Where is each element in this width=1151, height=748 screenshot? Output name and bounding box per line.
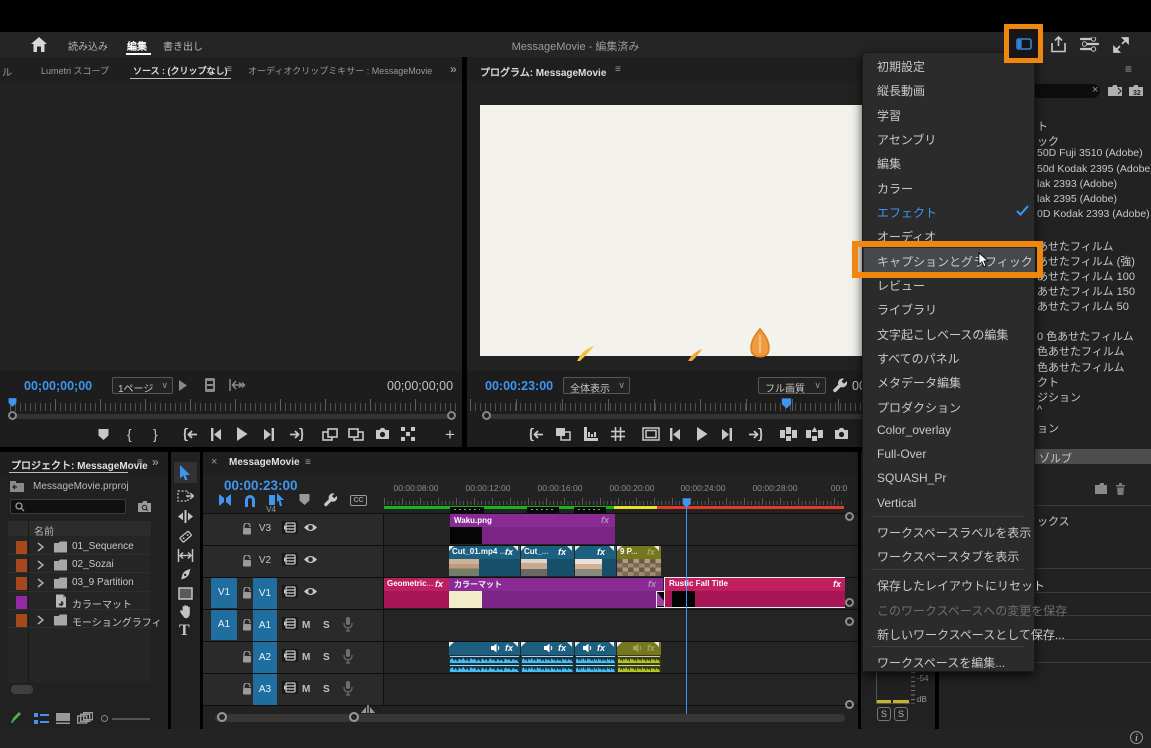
svg-text:32: 32: [1133, 90, 1141, 97]
